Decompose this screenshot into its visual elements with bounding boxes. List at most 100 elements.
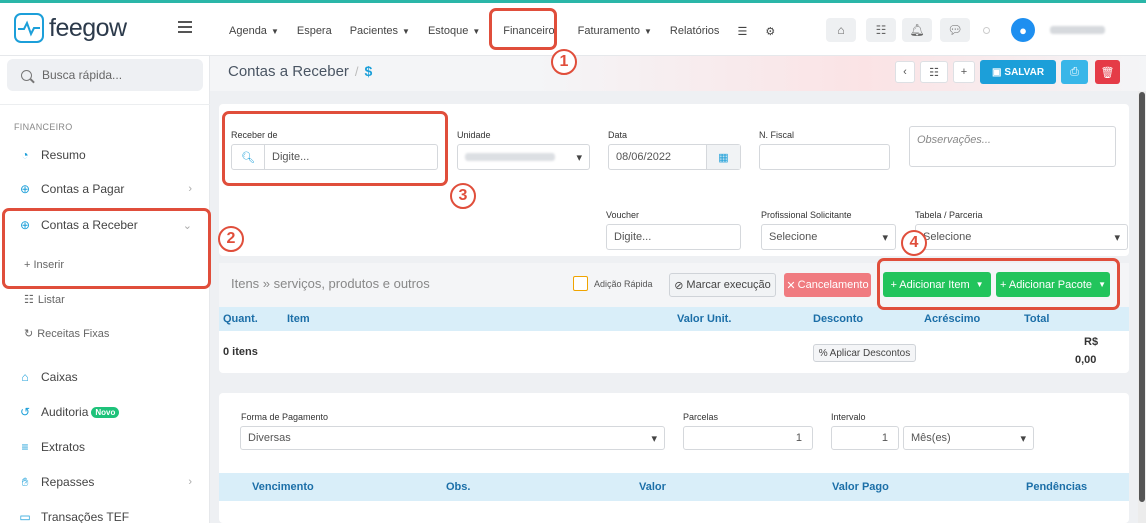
data-label: Data [608,130,628,140]
sidebar-item-transacoes-tef[interactable]: ▭ Transações TEF [18,505,198,523]
chart-pie-icon: ◔ [21,148,29,162]
intervalo-unit-select[interactable]: Mês(es) [903,426,1034,450]
callout-2: 2 [218,226,244,252]
callout-1: 1 [551,49,577,75]
logo[interactable]: feegow [14,13,127,43]
marcar-execucao-button[interactable]: ⊘ Marcar execução [669,273,776,297]
voucher-input[interactable]: Digite... [606,224,741,250]
settings-icon[interactable]: ⚙ [765,25,775,38]
nfiscal-input[interactable] [759,144,890,170]
intervalo-label: Intervalo [831,412,866,422]
unidade-select[interactable] [457,144,590,170]
observacoes-textarea[interactable]: Observações... [909,126,1116,167]
delete-button[interactable]: 🗑︎ [1095,60,1120,84]
add-new-button[interactable]: + [953,61,975,83]
callout-4: 4 [901,230,927,256]
items-table: Quant. Item Valor Unit. Desconto Acrésci… [219,307,1129,373]
sidebar-item-caixas[interactable]: ⌂ Caixas [18,365,198,389]
database-icon[interactable]: ☰ [737,25,747,38]
heartbeat-logo-icon [14,13,44,43]
list-icon: ☷ [24,294,34,306]
calendar-icon[interactable]: ▦ [706,145,740,169]
hand-coins-icon: ✋︎ [21,474,29,489]
nav-relatorios[interactable]: Relatórios [670,25,720,37]
nfiscal-label: N. Fiscal [759,130,795,140]
installments-table-header: Vencimento Obs. Valor Valor Pago Pendênc… [219,473,1129,501]
sidebar-sub-receitas-fixas[interactable]: ↻ Receitas Fixas [24,327,109,341]
user-name-blurred[interactable] [1050,26,1105,34]
nav-pacientes[interactable]: Pacientes ▼ [350,25,410,37]
list-icon: ≡ [21,440,29,454]
arrow-up-circle-icon: ⊕ [19,182,31,196]
menu-toggle-icon[interactable] [178,21,192,36]
print-button[interactable]: ⎙ [1061,60,1088,84]
adicao-rapida-checkbox[interactable] [573,276,588,291]
aplicar-descontos-button[interactable]: % Aplicar Descontos [813,344,916,362]
forma-pagamento-select[interactable]: Diversas [240,426,665,450]
intervalo-input[interactable]: 1 [831,426,899,450]
bell-icon[interactable]: 🔔︎ [902,18,932,42]
chevron-right-icon: › [188,183,192,195]
list-view-button[interactable]: ☷ [920,61,948,83]
highlight-receber-de [222,111,448,186]
tabela-select[interactable]: Selecione [915,224,1128,250]
callout-3: 3 [450,183,476,209]
quick-search-input[interactable]: Busca rápida... [7,59,203,91]
total-currency: R$ [1084,336,1099,348]
page-title: Contas a Receber / $ [228,63,373,80]
sidebar-item-extratos[interactable]: ≡ Extratos [18,435,198,459]
divider [0,104,210,105]
sidebar-sub-listar[interactable]: ☷ Listar [24,293,65,307]
cancelamento-button[interactable]: ✕ Cancelamento [784,273,871,297]
items-title: Itens » serviços, produtos e outros [231,276,430,291]
col-obs: Obs. [446,481,471,493]
check-circle-icon: ⊘ [674,279,684,292]
adicao-rapida-label: Adição Rápida [594,279,653,289]
user-avatar-icon[interactable]: ● [1011,18,1035,42]
nav-faturamento[interactable]: Faturamento ▼ [578,25,652,37]
chevron-right-icon: › [188,476,192,488]
close-icon: ✕ [786,279,796,292]
sidebar-item-auditoria[interactable]: ↺ Auditoria Novo [18,400,198,424]
sidebar-item-resumo[interactable]: ◔ Resumo [18,143,198,167]
unidade-label: Unidade [457,130,491,140]
save-button[interactable]: ▣ SALVAR [980,60,1056,84]
date-input[interactable]: 08/06/2022 ▦ [608,144,741,170]
search-icon [21,69,32,81]
nav-espera[interactable]: Espera [297,25,332,37]
col-quant: Quant. [223,313,258,325]
forma-pagamento-label: Forma de Pagamento [241,412,329,422]
inbox-icon: ⌂ [21,370,29,384]
caret-down-icon: ▼ [472,27,481,36]
section-title: FINANCEIRO [14,122,73,132]
status-dot-icon [983,27,990,34]
col-vencimento: Vencimento [252,481,314,493]
card-icon: ▭ [19,510,31,523]
sidebar-item-contas-pagar[interactable]: ⊕ Contas a Pagar › [18,177,198,201]
highlight-financeiro [489,8,557,50]
col-valor: Valor [639,481,666,493]
parcelas-label: Parcelas [683,412,719,422]
dollar-icon: $ [364,63,373,79]
inbox-icon[interactable]: ⌂ [826,18,856,42]
items-table-header: Quant. Item Valor Unit. Desconto Acrésci… [219,307,1129,331]
chat-icon[interactable]: 💬︎ [940,18,970,42]
profissional-select[interactable]: Selecione [761,224,896,250]
scrollbar-thumb[interactable] [1139,92,1145,502]
back-button[interactable]: ‹ [895,61,915,83]
parcelas-input[interactable]: 1 [683,426,813,450]
top-bar: feegow Agenda ▼ Espera Pacientes ▼ Estoque… [0,0,1146,56]
save-icon: ▣ [991,66,1002,78]
col-valor-pago: Valor Pago [832,481,889,493]
nav-agenda[interactable]: Agenda ▼ [229,25,279,37]
col-pendencias: Pendências [1026,481,1088,493]
sidebar-item-repasses[interactable]: ✋︎ Repasses › [18,470,198,494]
nav-estoque[interactable]: Estoque ▼ [428,25,480,37]
col-valor-unit: Valor Unit. [677,313,732,325]
unidade-value-blurred [465,153,555,161]
tabela-label: Tabela / Parceria [915,210,983,220]
refresh-icon: ↻ [24,328,34,340]
profissional-label: Profissional Solicitante [761,210,852,220]
caret-down-icon: ▼ [643,27,652,36]
tasks-icon[interactable]: ☷ [866,18,896,42]
